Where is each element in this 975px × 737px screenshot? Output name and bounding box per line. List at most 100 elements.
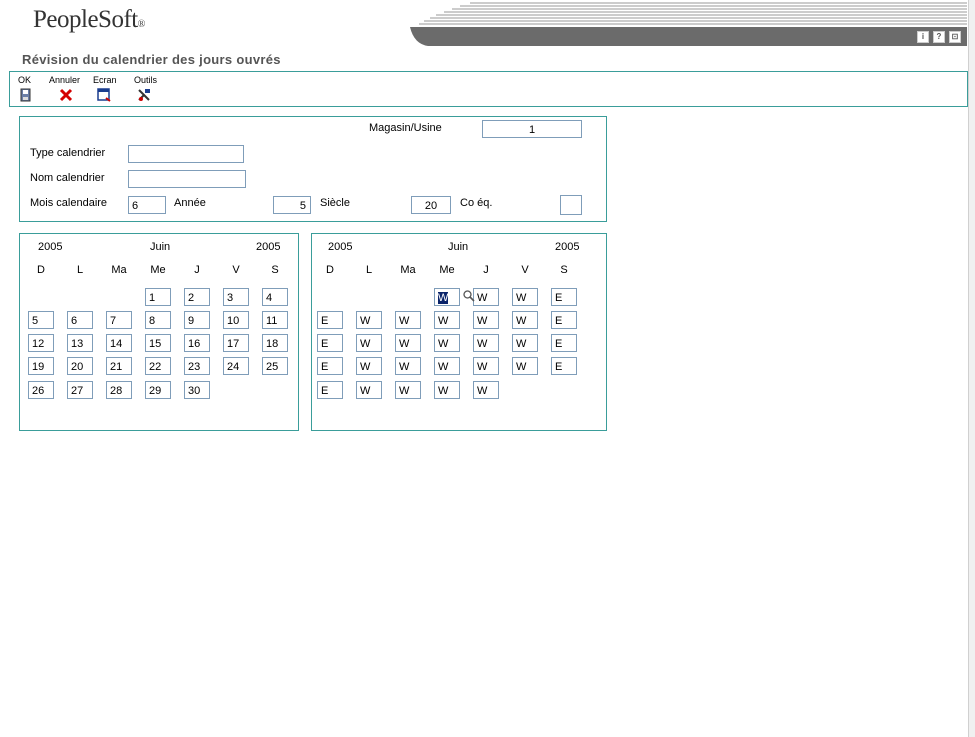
date-cell[interactable]: 6 [67,311,93,329]
date-day-header: L [76,264,84,276]
search-icon[interactable] [463,290,475,302]
workday-cell[interactable]: W [395,311,421,329]
workday-cell[interactable]: E [551,357,577,375]
page-title: Révision du calendrier des jours ouvrés [22,52,281,67]
workday-cell[interactable]: W [434,288,460,306]
notes-icon[interactable]: ⊡ [949,31,961,43]
date-cell[interactable]: 27 [67,381,93,399]
annuler-button[interactable]: Annuler [49,75,80,102]
workday-cell[interactable]: W [356,311,382,329]
date-cell[interactable]: 7 [106,311,132,329]
date-cell[interactable]: 25 [262,357,288,375]
date-cell[interactable]: 14 [106,334,132,352]
ok-label: OK [18,75,32,85]
workday-day-header: D [326,264,334,276]
date-cell[interactable]: 29 [145,381,171,399]
siecle-label: Siècle [320,197,350,209]
workday-cell[interactable]: E [317,381,343,399]
date-cell[interactable]: 22 [145,357,171,375]
date-cell[interactable]: 20 [67,357,93,375]
co-eq-field[interactable] [560,195,582,215]
left-year-start: 2005 [38,241,63,253]
date-cell[interactable]: 18 [262,334,288,352]
workday-cell[interactable]: W [473,381,499,399]
form-icon [97,88,111,102]
workday-cell[interactable]: W [356,334,382,352]
date-cell[interactable]: 28 [106,381,132,399]
right-year-end: 2005 [555,241,580,253]
workday-cell[interactable]: W [512,311,538,329]
date-cell[interactable]: 3 [223,288,249,306]
date-cell[interactable]: 19 [28,357,54,375]
ok-button[interactable]: OK [18,75,32,102]
date-cell[interactable]: 16 [184,334,210,352]
vertical-scrollbar[interactable] [968,0,975,737]
workday-day-header: Me [439,264,455,276]
workday-day-header: S [560,264,568,276]
date-day-header: S [271,264,279,276]
date-day-header: D [37,264,45,276]
date-cell[interactable]: 24 [223,357,249,375]
date-cell[interactable]: 12 [28,334,54,352]
siecle-field[interactable]: 20 [411,196,451,214]
workday-cell[interactable]: W [512,288,538,306]
workday-cell[interactable]: E [551,288,577,306]
workday-calendar-panel [311,233,607,431]
info-icon[interactable]: i [917,31,929,43]
date-cell[interactable]: 5 [28,311,54,329]
workday-cell[interactable]: W [395,357,421,375]
workday-cell[interactable]: W [434,311,460,329]
date-cell[interactable]: 21 [106,357,132,375]
workday-cell[interactable]: E [317,311,343,329]
date-cell[interactable]: 2 [184,288,210,306]
workday-cell[interactable]: W [512,357,538,375]
left-month: Juin [150,241,171,253]
date-cell[interactable]: 10 [223,311,249,329]
workday-cell[interactable]: W [434,357,460,375]
magasin-label: Magasin/Usine [369,122,442,134]
mois-calendaire-field[interactable]: 6 [128,196,166,214]
date-cell[interactable]: 8 [145,311,171,329]
outils-label: Outils [134,75,158,85]
date-cell[interactable]: 4 [262,288,288,306]
workday-cell[interactable]: W [473,357,499,375]
outils-button[interactable]: Outils [134,75,158,101]
workday-cell[interactable]: W [356,381,382,399]
header-icons: i ? ⊡ [917,31,961,43]
workday-cell[interactable]: W [473,334,499,352]
workday-day-header: L [365,264,373,276]
ecran-button[interactable]: Ecran [93,75,117,102]
date-cell[interactable]: 15 [145,334,171,352]
workday-cell[interactable]: E [551,334,577,352]
date-cell[interactable]: 23 [184,357,210,375]
workday-cell[interactable]: W [473,311,499,329]
date-cell[interactable]: 26 [28,381,54,399]
workday-cell[interactable]: W [434,334,460,352]
peoplesoft-logo: PeopleSoft® [33,6,145,33]
workday-cell[interactable]: W [356,357,382,375]
date-cell[interactable]: 13 [67,334,93,352]
cancel-icon [59,88,73,102]
date-cell[interactable]: 11 [262,311,288,329]
help-icon[interactable]: ? [933,31,945,43]
workday-cell[interactable]: W [434,381,460,399]
workday-cell[interactable]: W [473,288,499,306]
workday-cell[interactable]: E [551,311,577,329]
date-cell[interactable]: 17 [223,334,249,352]
workday-cell[interactable]: W [395,381,421,399]
save-icon [20,88,31,102]
date-day-header: Ma [111,264,127,276]
workday-cell[interactable]: W [512,334,538,352]
workday-cell[interactable]: E [317,334,343,352]
workday-day-header: V [521,264,529,276]
type-calendrier-field[interactable] [128,145,244,163]
workday-cell[interactable]: E [317,357,343,375]
magasin-field[interactable]: 1 [482,120,582,138]
date-cell[interactable]: 30 [184,381,210,399]
date-cell[interactable]: 1 [145,288,171,306]
nom-calendrier-field[interactable] [128,170,246,188]
ecran-label: Ecran [93,75,117,85]
date-cell[interactable]: 9 [184,311,210,329]
annee-field[interactable]: 5 [273,196,311,214]
workday-cell[interactable]: W [395,334,421,352]
